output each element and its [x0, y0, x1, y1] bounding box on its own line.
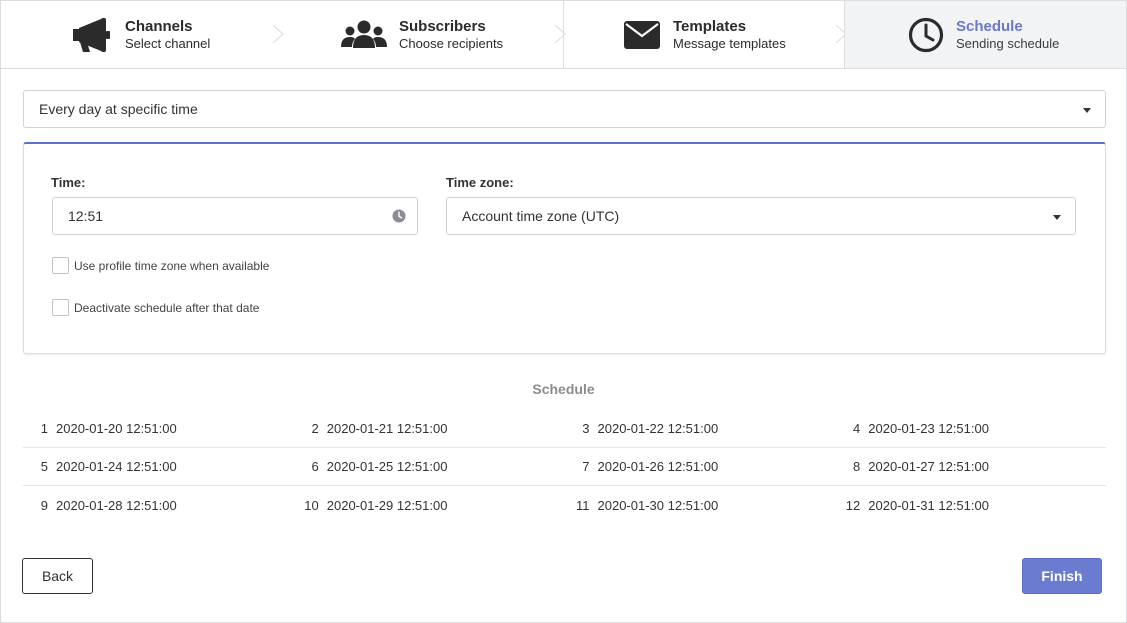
entry-index: 10: [304, 497, 319, 513]
timezone-value: Account time zone (UTC): [462, 208, 620, 224]
schedule-row: 9 2020-01-28 12:51:00 10 2020-01-29 12:51:…: [23, 486, 1106, 524]
envelope-icon: [623, 20, 661, 50]
entry-index: 8: [853, 459, 861, 474]
entry-index: 11: [576, 497, 590, 513]
schedule-entry: 2 2020-01-21 12:51:00: [294, 410, 565, 447]
entry-index: 1: [40, 421, 48, 436]
step-subtitle: Select channel: [125, 35, 211, 51]
schedule-entry: 7 2020-01-26 12:51:00: [565, 448, 836, 485]
entry-index: 12: [845, 497, 861, 513]
entry-datetime: 2020-01-28 12:51:00: [56, 497, 177, 513]
step-templates[interactable]: Templates Message templates: [563, 0, 847, 68]
caret-down-icon: [1053, 215, 1061, 220]
entry-index: 5: [40, 459, 48, 474]
step-subscribers[interactable]: Subscribers Choose recipients: [281, 0, 566, 68]
wizard-steps: Channels Select channel Subscribers Choo…: [0, 0, 1127, 69]
schedule-title: Schedule: [532, 381, 595, 397]
use-profile-timezone-option: Use profile time zone when available: [52, 257, 269, 274]
frequency-select[interactable]: Every day at specific time: [23, 90, 1106, 128]
entry-index: 3: [582, 421, 590, 436]
schedule-entry: 3 2020-01-22 12:51:00: [565, 410, 836, 447]
step-schedule[interactable]: Schedule Sending schedule: [844, 0, 1127, 68]
entry-index: 9: [40, 497, 48, 513]
caret-down-icon: [1083, 108, 1091, 113]
entry-datetime: 2020-01-23 12:51:00: [868, 421, 989, 436]
deactivate-schedule-option: Deactivate schedule after that date: [52, 299, 259, 316]
clock-icon: [908, 17, 944, 53]
step-subtitle: Sending schedule: [956, 35, 1060, 51]
schedule-row: 5 2020-01-24 12:51:00 6 2020-01-25 12:51:0…: [23, 448, 1106, 486]
schedule-entry: 5 2020-01-24 12:51:00: [23, 448, 294, 485]
entry-datetime: 2020-01-22 12:51:00: [597, 421, 719, 436]
back-button[interactable]: Back: [22, 558, 93, 594]
entry-index: 2: [311, 421, 319, 436]
use-profile-timezone-checkbox[interactable]: [52, 257, 69, 274]
step-channels[interactable]: Channels Select channel: [0, 0, 284, 68]
schedule-entry: 6 2020-01-25 12:51:00: [294, 448, 565, 485]
entry-index: 6: [311, 459, 319, 474]
schedule-entry: 4 2020-01-23 12:51:00: [835, 410, 1106, 447]
entry-datetime: 2020-01-26 12:51:00: [597, 459, 719, 474]
finish-button[interactable]: Finish: [1022, 558, 1102, 594]
schedule-row: 1 2020-01-20 12:51:00 2 2020-01-21 12:51:0…: [23, 410, 1106, 448]
frequency-value: Every day at specific time: [39, 101, 198, 117]
entry-datetime: 2020-01-24 12:51:00: [56, 459, 177, 474]
schedule-entry: 1 2020-01-20 12:51:00: [23, 410, 294, 447]
step-title: Subscribers: [399, 17, 486, 35]
time-input[interactable]: 12:51: [52, 197, 418, 235]
use-profile-timezone-label: Use profile time zone when available: [74, 258, 270, 273]
schedule-entry: 8 2020-01-27 12:51:00: [835, 448, 1106, 485]
schedule-table: 1 2020-01-20 12:51:00 2 2020-01-21 12:51:0…: [23, 410, 1106, 524]
step-title: Schedule: [956, 17, 1023, 35]
entry-datetime: 2020-01-29 12:51:00: [326, 497, 448, 513]
step-subtitle: Message templates: [673, 35, 786, 51]
megaphone-icon: [71, 17, 113, 53]
entry-datetime: 2020-01-25 12:51:00: [326, 459, 448, 474]
step-title: Channels: [125, 17, 193, 35]
schedule-entry: 12 2020-01-31 12:51:00: [835, 486, 1106, 524]
schedule-settings-panel: Time: 12:51 Time zone: Account time zone…: [23, 142, 1106, 354]
entry-index: 4: [853, 421, 861, 436]
schedule-entry: 9 2020-01-28 12:51:00: [23, 486, 294, 524]
entry-index: 7: [582, 459, 590, 474]
deactivate-schedule-checkbox[interactable]: [52, 299, 69, 316]
schedule-entry: 10 2020-01-29 12:51:00: [294, 486, 565, 524]
schedule-entry: 11 2020-01-30 12:51:00: [565, 486, 836, 524]
step-subtitle: Choose recipients: [399, 35, 504, 51]
users-icon: [341, 20, 387, 50]
time-label: Time:: [51, 175, 86, 190]
clock-icon: [392, 209, 406, 223]
deactivate-schedule-label: Deactivate schedule after that date: [74, 300, 260, 315]
step-title: Templates: [673, 17, 747, 35]
entry-datetime: 2020-01-20 12:51:00: [56, 421, 177, 436]
timezone-select[interactable]: Account time zone (UTC): [446, 197, 1076, 235]
entry-datetime: 2020-01-21 12:51:00: [326, 421, 448, 436]
timezone-label: Time zone:: [446, 175, 514, 190]
time-value: 12:51: [68, 208, 104, 224]
entry-datetime: 2020-01-30 12:51:00: [597, 497, 719, 513]
entry-datetime: 2020-01-31 12:51:00: [868, 497, 989, 513]
entry-datetime: 2020-01-27 12:51:00: [868, 459, 989, 474]
